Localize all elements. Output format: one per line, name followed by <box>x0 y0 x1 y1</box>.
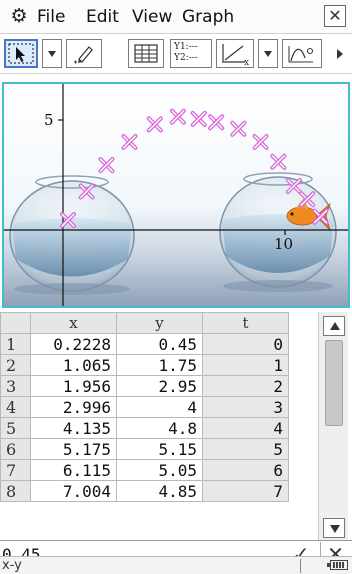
yeq-line-2: Y2:--- <box>174 53 198 63</box>
table-corner <box>0 312 31 334</box>
status-bar: x-y <box>0 556 352 574</box>
chevron-down-icon <box>264 50 272 57</box>
curve-point-icon <box>288 46 314 63</box>
scroll-down-button[interactable] <box>323 518 345 538</box>
cell-y[interactable]: 5.15 <box>116 438 203 460</box>
menu-file[interactable]: File <box>37 8 65 26</box>
sketch-tool-button[interactable] <box>282 39 322 68</box>
data-table: x y t 1 0.2228 0.45 0 2 1.065 1.75 1 3 1… <box>0 312 289 502</box>
row-number: 7 <box>0 459 31 481</box>
column-header-y[interactable]: y <box>116 312 203 334</box>
row-number: 3 <box>0 375 31 397</box>
scroll-thumb[interactable] <box>325 340 343 426</box>
menu-view[interactable]: View <box>132 8 172 26</box>
cell-y[interactable]: 4 <box>116 396 203 418</box>
row-number: 5 <box>0 417 31 439</box>
cell-y[interactable]: 1.75 <box>116 354 203 376</box>
menu-bar: ⚙ File Edit View Graph ✕ <box>0 0 352 34</box>
cell-x[interactable]: 1.956 <box>30 375 117 397</box>
pointer-select-icon <box>8 43 34 64</box>
list-editor: x y t 1 0.2228 0.45 0 2 1.065 1.75 1 3 1… <box>0 312 352 540</box>
table-row: 8 7.004 4.85 7 <box>0 480 289 502</box>
cell-x[interactable]: 2.996 <box>30 396 117 418</box>
menu-graph[interactable]: Graph <box>182 8 234 26</box>
status-divider <box>300 559 301 573</box>
pen-tool-button[interactable] <box>66 39 102 68</box>
toolbar: Y1:--- Y2:--- x <box>0 34 352 74</box>
graph-window[interactable]: 5 10 <box>2 82 350 308</box>
graph-canvas[interactable]: 5 10 <box>4 84 348 306</box>
select-tool-dropdown[interactable] <box>42 39 62 68</box>
yeq-label: Y1:--- Y2:--- <box>174 42 198 64</box>
column-header-t[interactable]: t <box>202 312 289 334</box>
cell-y[interactable]: 4.85 <box>116 480 203 502</box>
table-row: 3 1.956 2.95 2 <box>0 375 289 397</box>
table-row: 2 1.065 1.75 1 <box>0 354 289 376</box>
status-text: x-y <box>2 558 22 573</box>
toolbar-more-button[interactable] <box>330 39 350 68</box>
regression-button[interactable]: x <box>216 39 254 68</box>
cell-x[interactable]: 4.135 <box>30 417 117 439</box>
table-icon <box>134 44 158 63</box>
gear-icon[interactable]: ⚙ <box>9 6 29 26</box>
axes-line-icon: x <box>222 44 249 68</box>
table-row: 5 4.135 4.8 4 <box>0 417 289 439</box>
table-header-row: x y t <box>0 312 289 334</box>
cell-x[interactable]: 5.175 <box>30 438 117 460</box>
cell-t[interactable]: 3 <box>202 396 289 418</box>
table-row: 6 5.175 5.15 5 <box>0 438 289 460</box>
table-scrollbar[interactable] <box>318 312 348 540</box>
cell-t[interactable]: 7 <box>202 480 289 502</box>
cell-t[interactable]: 2 <box>202 375 289 397</box>
cell-t[interactable]: 0 <box>202 333 289 355</box>
cell-t[interactable]: 4 <box>202 417 289 439</box>
column-header-x[interactable]: x <box>30 312 117 334</box>
pen-icon <box>74 46 93 64</box>
row-number: 4 <box>0 396 31 418</box>
row-number: 1 <box>0 333 31 355</box>
cell-y[interactable]: 2.95 <box>116 375 203 397</box>
graph-editor-button[interactable]: Y1:--- Y2:--- <box>170 39 212 68</box>
cell-t[interactable]: 6 <box>202 459 289 481</box>
cell-x[interactable]: 1.065 <box>30 354 117 376</box>
battery-icon <box>327 560 348 570</box>
yeq-line-1: Y1:--- <box>174 42 198 52</box>
arrow-up-icon <box>330 322 340 330</box>
cell-t[interactable]: 5 <box>202 438 289 460</box>
table-row: 7 6.115 5.05 6 <box>0 459 289 481</box>
table-row: 1 0.2228 0.45 0 <box>0 333 289 355</box>
cell-x[interactable]: 6.115 <box>30 459 117 481</box>
cell-x[interactable]: 0.2228 <box>30 333 117 355</box>
cell-x[interactable]: 7.004 <box>30 480 117 502</box>
row-number: 6 <box>0 438 31 460</box>
svg-text:x: x <box>244 58 249 67</box>
scroll-up-button[interactable] <box>323 316 345 336</box>
close-button[interactable]: ✕ <box>324 5 346 27</box>
cell-t[interactable]: 1 <box>202 354 289 376</box>
row-number: 8 <box>0 480 31 502</box>
chevron-right-icon <box>337 48 343 59</box>
select-tool-button[interactable] <box>4 39 38 68</box>
table-view-button[interactable] <box>128 39 164 68</box>
cell-y[interactable]: 4.8 <box>116 417 203 439</box>
y-tick-label: 5 <box>44 111 54 129</box>
regression-dropdown[interactable] <box>258 39 278 68</box>
row-number: 2 <box>0 354 31 376</box>
cell-y-selected[interactable]: 0.45 <box>116 333 203 355</box>
x-tick-label: 10 <box>274 235 293 253</box>
menu-edit[interactable]: Edit <box>86 8 119 26</box>
chevron-down-icon <box>48 50 56 57</box>
arrow-down-icon <box>330 525 340 533</box>
table-row: 4 2.996 4 3 <box>0 396 289 418</box>
cell-y[interactable]: 5.05 <box>116 459 203 481</box>
